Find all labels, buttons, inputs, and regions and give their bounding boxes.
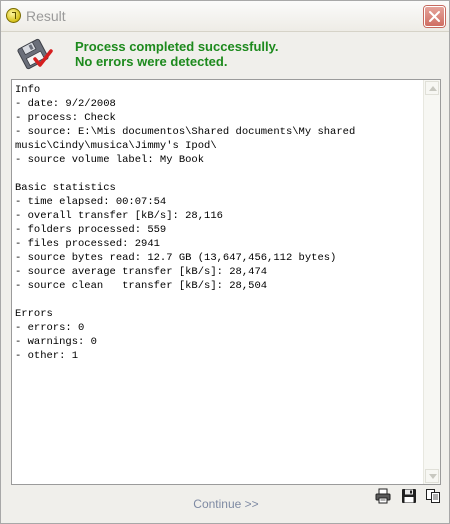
chevron-up-icon <box>429 86 437 91</box>
scroll-down-button[interactable] <box>425 469 439 483</box>
copy-icon[interactable] <box>425 488 441 504</box>
success-message: Process completed successfully. <box>75 39 279 54</box>
errors-message: No errors were detected. <box>75 54 228 69</box>
close-button[interactable] <box>424 6 445 27</box>
result-window: Result Process completed successfully. N… <box>0 0 450 524</box>
printer-icon[interactable] <box>375 488 391 504</box>
save-icon[interactable] <box>401 488 417 504</box>
log-text: Info - date: 9/2/2008 - process: Check -… <box>15 84 356 362</box>
log-panel[interactable]: Info - date: 9/2/2008 - process: Check -… <box>11 79 441 485</box>
vertical-scrollbar[interactable] <box>423 80 440 484</box>
chevron-down-icon <box>429 474 437 479</box>
status-icon <box>6 8 21 23</box>
window-title: Result <box>26 8 66 24</box>
status-message: Process completed successfully. No error… <box>75 39 279 69</box>
floppy-check-icon <box>17 38 53 70</box>
close-icon <box>429 11 440 22</box>
title-bar[interactable]: Result <box>1 1 449 32</box>
scroll-up-button[interactable] <box>425 81 439 95</box>
